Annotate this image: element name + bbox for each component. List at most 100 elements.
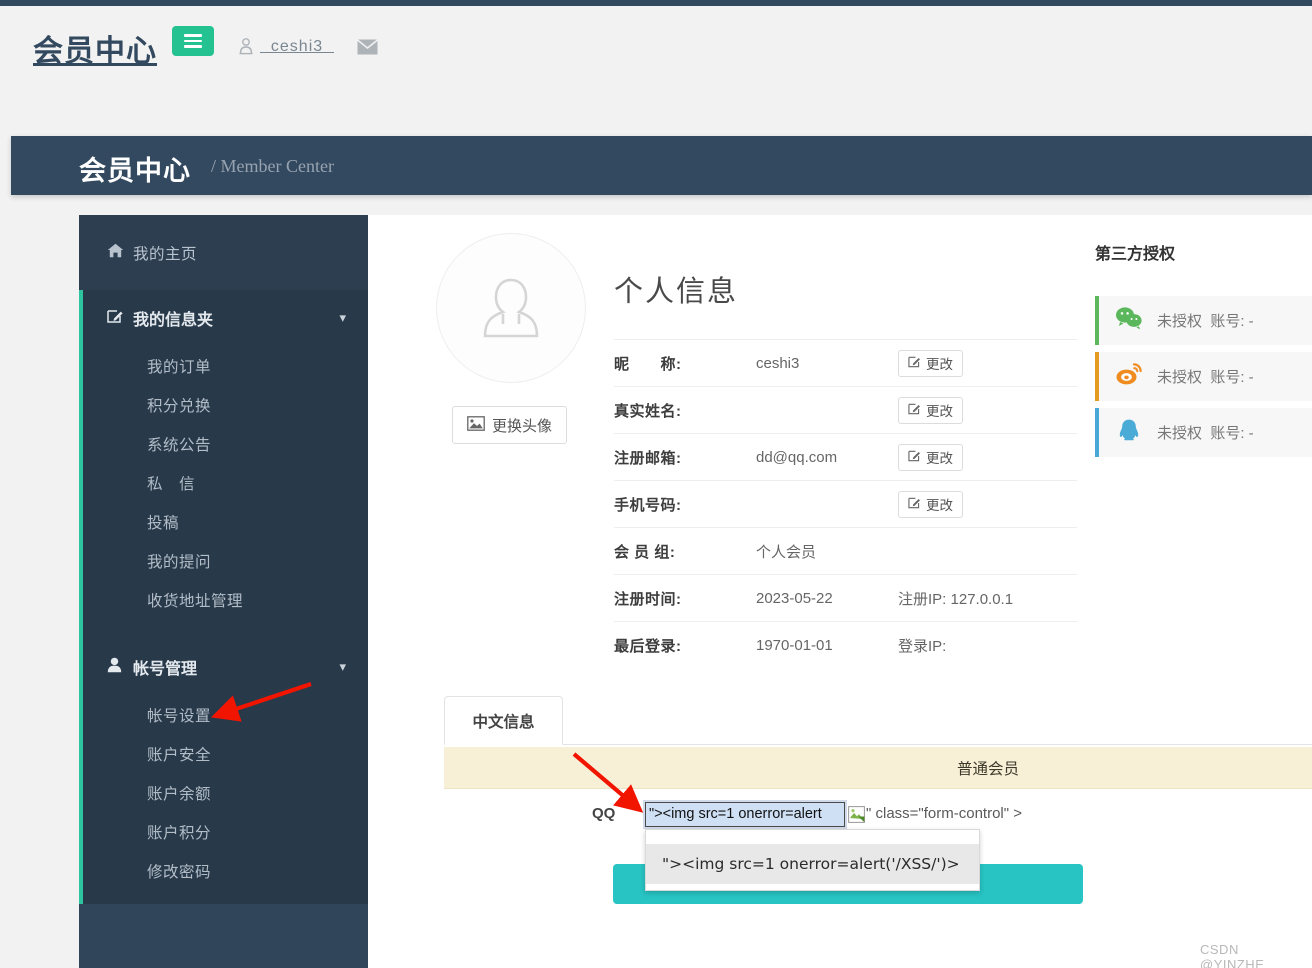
table-row: 注册邮箱: dd@qq.com 更改 — [614, 433, 1077, 480]
page-title: 会员中心 — [79, 156, 191, 186]
edit-phone-button[interactable]: 更改 — [898, 490, 963, 518]
page-root: 会员中心 ceshi3 会员中心 / Member Center 我的主页 我的… — [0, 0, 1312, 968]
default-user-avatar-icon — [483, 278, 539, 338]
table-row: 会 员 组: 个人会员 — [614, 527, 1077, 574]
sidebar-item-label: 修改密码 — [147, 863, 212, 881]
row-label: 昵 称: — [614, 355, 682, 373]
sidebar-group-label-account: 帐号管理 — [133, 661, 198, 678]
sidebar-item-account-balance[interactable]: 账户余额 — [83, 773, 368, 812]
weibo-icon — [1115, 362, 1143, 391]
brand-link[interactable]: 会员中心 — [33, 26, 157, 70]
profile-section-title: 个人信息 — [614, 276, 739, 308]
sidebar-item-change-password[interactable]: 修改密码 — [83, 851, 368, 890]
broken-image-icon — [848, 806, 865, 823]
row-value: dd@qq.com — [756, 448, 838, 466]
autocomplete-dropdown: "><img src=1 onerror=alert('/XSS/')> — [645, 829, 980, 891]
edit-nickname-button[interactable]: 更改 — [898, 349, 963, 377]
sidebar-group-my-info[interactable]: 我的信息夹 ▾ — [83, 290, 368, 346]
chevron-down-icon: ▾ — [339, 659, 346, 674]
pencil-square-icon — [908, 449, 921, 465]
table-row: 真实姓名: 更改 — [614, 386, 1077, 433]
member-level-band: 普通会员 — [444, 747, 1312, 789]
row-value: ceshi3 — [756, 354, 800, 372]
sidebar-item-account-security[interactable]: 账户安全 — [83, 734, 368, 773]
row-label: 会 员 组: — [614, 543, 676, 561]
page-subtitle: / Member Center — [211, 156, 334, 176]
third-party-status: 未授权 账号: - — [1157, 425, 1254, 442]
top-navbar: 会员中心 ceshi3 — [0, 6, 1312, 132]
tab-label: 中文信息 — [472, 713, 535, 731]
row-label: 真实姓名: — [614, 402, 682, 420]
sidebar-item-my-questions[interactable]: 我的提问 — [83, 541, 368, 580]
row-extra: 登录IP: — [898, 637, 947, 655]
change-avatar-label: 更换头像 — [492, 417, 553, 435]
hamburger-icon — [184, 31, 202, 51]
third-party-item-wechat[interactable]: 未授权 账号: - — [1095, 296, 1312, 345]
sidebar-item-label: 积分兑换 — [147, 397, 212, 415]
sidebar-item-label: 系统公告 — [147, 436, 212, 454]
chevron-down-icon: ▾ — [339, 310, 346, 325]
sidebar-item-label: 帐号设置 — [147, 707, 212, 725]
sidebar-item-points-exchange[interactable]: 积分兑换 — [83, 385, 368, 424]
sidebar-item-submit-post[interactable]: 投稿 — [83, 502, 368, 541]
sidebar-item-my-orders[interactable]: 我的订单 — [83, 346, 368, 385]
third-party-status: 未授权 账号: - — [1157, 369, 1254, 386]
username-link[interactable]: ceshi3 — [260, 38, 334, 56]
sidebar-item-label: 投稿 — [147, 514, 180, 532]
row-value: 1970-01-01 — [756, 636, 833, 654]
sidebar-item-label: 我的提问 — [147, 553, 212, 571]
avatar[interactable] — [436, 233, 586, 383]
third-party-item-weibo[interactable]: 未授权 账号: - — [1095, 352, 1312, 401]
sidebar-item-account-settings[interactable]: 帐号设置 — [83, 695, 368, 734]
avatar-wrapper — [436, 233, 586, 383]
user-icon — [238, 37, 254, 55]
wechat-icon — [1115, 306, 1143, 335]
third-party-item-qq[interactable]: 未授权 账号: - — [1095, 408, 1312, 457]
tab-bottom-border — [444, 744, 1312, 745]
pencil-square-icon — [908, 402, 921, 418]
tab-chinese-info[interactable]: 中文信息 — [444, 696, 563, 745]
envelope-icon[interactable] — [357, 39, 378, 55]
third-party-auth-list: 未授权 账号: - 未授权 账号: - 未授权 账号: - — [1095, 296, 1312, 464]
sidebar-item-label-home: 我的主页 — [133, 245, 198, 263]
qq-field-label: QQ — [592, 805, 616, 822]
third-party-status: 未授权 账号: - — [1157, 313, 1254, 330]
edit-email-button[interactable]: 更改 — [898, 443, 963, 471]
sidebar-item-label: 账户安全 — [147, 746, 212, 764]
qq-input-overflow-text: " class="form-control" > — [866, 805, 1023, 822]
edit-square-icon — [107, 308, 133, 328]
row-value: 个人会员 — [756, 543, 817, 561]
qq-input[interactable]: "><img src=1 onerror=alert — [643, 800, 847, 829]
sidebar-group-account-management[interactable]: 帐号管理 ▾ — [83, 639, 368, 695]
table-row: 昵 称: ceshi3 更改 — [614, 339, 1077, 386]
profile-info-table: 昵 称: ceshi3 更改 真实姓名: 更改 注册邮箱: dd@qq.com … — [614, 339, 1077, 668]
page-title-band: 会员中心 / Member Center — [11, 136, 1312, 195]
sidebar-item-home[interactable]: 我的主页 — [79, 215, 368, 290]
image-icon — [467, 415, 485, 435]
autocomplete-item[interactable]: "><img src=1 onerror=alert('/XSS/')> — [646, 844, 979, 884]
row-label: 注册邮箱: — [614, 449, 682, 467]
edit-label: 更改 — [926, 451, 953, 466]
edit-realname-button[interactable]: 更改 — [898, 396, 963, 424]
sidebar: 我的主页 我的信息夹 ▾ 我的订单 积分兑换 系统公告 私 信 投稿 我的提问 … — [79, 215, 368, 968]
row-label: 手机号码: — [614, 496, 682, 514]
change-avatar-button[interactable]: 更换头像 — [452, 406, 568, 444]
table-row: 手机号码: 更改 — [614, 480, 1077, 527]
row-extra: 注册IP: 127.0.0.1 — [898, 590, 1014, 608]
row-label: 最后登录: — [614, 637, 682, 655]
sidebar-item-label: 私 信 — [147, 475, 196, 493]
pencil-square-icon — [908, 355, 921, 371]
sidebar-footer — [79, 904, 368, 968]
sidebar-item-account-points[interactable]: 账户积分 — [83, 812, 368, 851]
sidebar-item-label: 收货地址管理 — [147, 592, 244, 610]
third-party-auth-title: 第三方授权 — [1095, 246, 1176, 263]
sidebar-item-system-notice[interactable]: 系统公告 — [83, 424, 368, 463]
qq-icon — [1115, 418, 1143, 447]
sidebar-item-address-management[interactable]: 收货地址管理 — [83, 580, 368, 619]
hamburger-menu-button[interactable] — [172, 26, 214, 56]
member-level-text: 普通会员 — [957, 760, 1020, 778]
edit-label: 更改 — [926, 357, 953, 372]
sidebar-item-label: 账户积分 — [147, 824, 212, 842]
sidebar-item-private-message[interactable]: 私 信 — [83, 463, 368, 502]
